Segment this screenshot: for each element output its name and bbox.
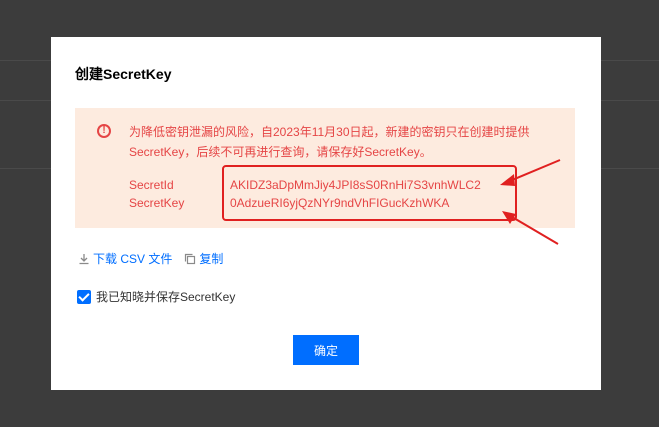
action-links: 下载 CSV 文件 复制 [78, 250, 223, 267]
secret-id-label: SecretId [129, 178, 174, 192]
warning-icon: ! [97, 124, 111, 138]
highlight-box [222, 165, 517, 221]
warning-notice: ! 为降低密钥泄漏的风险，自2023年11月30日起，新建的密钥只在创建时提供S… [75, 108, 575, 228]
copy-icon [185, 253, 196, 264]
copy-label: 复制 [199, 252, 224, 266]
confirm-button[interactable]: 确定 [293, 335, 359, 365]
acknowledge-label: 我已知晓并保存SecretKey [96, 290, 236, 304]
dialog-title: 创建SecretKey [75, 66, 172, 82]
notice-text: 为降低密钥泄漏的风险，自2023年11月30日起，新建的密钥只在创建时提供Sec… [129, 125, 530, 159]
download-icon [79, 253, 89, 264]
secret-key-label: SecretKey [129, 196, 185, 210]
copy-link[interactable]: 复制 [184, 250, 223, 267]
download-csv-link[interactable]: 下载 CSV 文件 [78, 250, 172, 267]
acknowledge-checkbox[interactable] [77, 289, 91, 304]
create-secretkey-dialog: 创建SecretKey ! 为降低密钥泄漏的风险，自2023年11月30日起，新… [51, 37, 601, 390]
download-label: 下载 CSV 文件 [93, 252, 173, 266]
acknowledge-checkbox-row[interactable]: 我已知晓并保存SecretKey [77, 288, 235, 305]
